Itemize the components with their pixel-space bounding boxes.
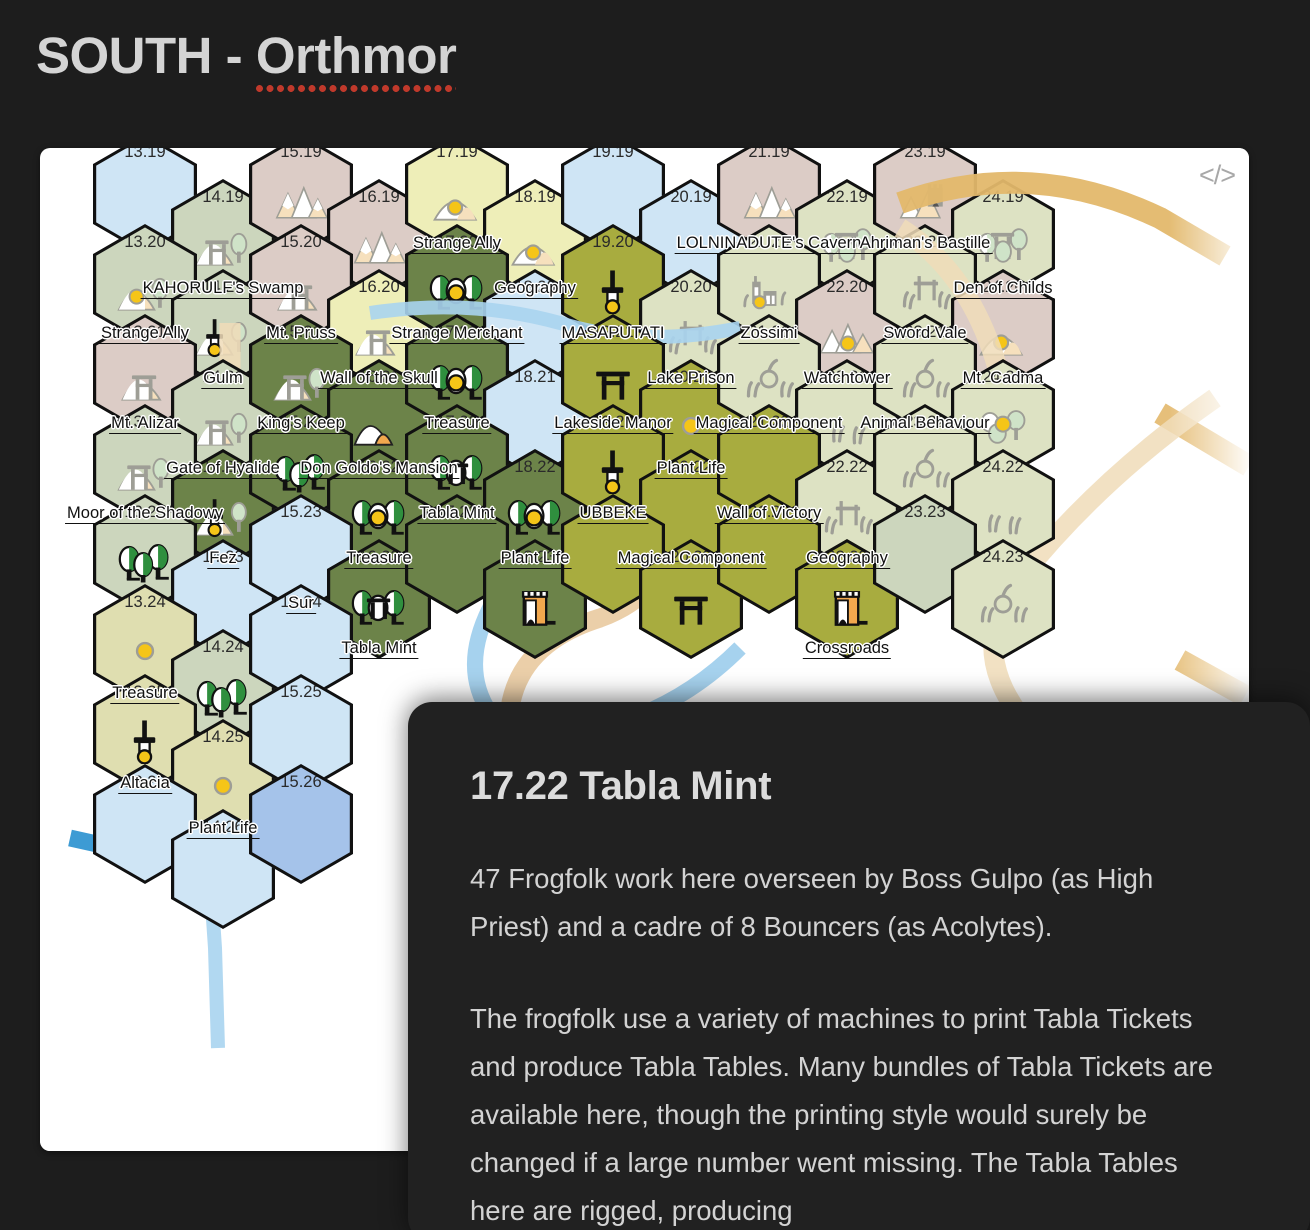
hex-location-name[interactable]: MASAPUTATI [559,324,667,344]
hex-location-name[interactable]: Wall of Victory [714,504,824,524]
hex-location-name[interactable]: Gulm [201,369,245,389]
page-title-name: Orthmor [255,26,457,92]
hex-location-name[interactable]: Magical Component [615,549,767,569]
hex-location-name[interactable]: Mt. Cadma [960,369,1046,389]
hex-location-name[interactable]: King's Keep [255,414,347,434]
hex-location-name[interactable]: Treasure [110,684,180,704]
hex-location-name[interactable]: Fez [207,549,239,569]
hex-location-name[interactable]: Sur [286,594,316,614]
hex-location-name[interactable]: Lakeside Manor [552,414,674,434]
hex-location-name[interactable]: Altacia [118,774,172,794]
hex-location-name[interactable]: Treasure [344,549,414,569]
hex-location-name[interactable]: Animal Behaviour [858,414,992,434]
hex-location-name[interactable]: Mt. Pruss [264,324,338,344]
hex-location-name[interactable]: Zossimi [738,324,800,344]
hex-detail-title: 17.22 Tabla Mint [470,764,772,808]
hex-location-name[interactable]: Strange Merchant [389,324,525,344]
hex-location-name[interactable]: Strange Ally [410,234,504,254]
page-title-region: SOUTH - [36,27,256,84]
hex-location-name[interactable]: Moor of the Shadowy [65,504,225,524]
hex-detail-paragraph-2: The frogfolk use a variety of machines t… [470,1003,1213,1226]
hex-location-name[interactable]: Mt. Alizar [109,414,181,434]
hex-location-name[interactable]: Tabla Mint [339,639,419,659]
hex-location-name[interactable]: Den of Childs [951,279,1055,299]
hex-location-name[interactable]: Plant Life [186,819,260,839]
hex-location-name[interactable]: Watchtower [801,369,893,389]
hex-location-name[interactable]: Sword Vale [881,324,969,344]
hex-location-name[interactable]: Strange Ally [98,324,192,344]
hex-location-name[interactable]: Tabla Mint [417,504,497,524]
hex-location-name[interactable]: Ahriman's Bastille [857,234,993,254]
page-title: SOUTH - Orthmor [36,26,457,92]
hex-location-name[interactable]: Treasure [422,414,492,434]
hex-location-name[interactable]: Crossroads [802,639,892,659]
hex-detail-paragraph-1: 47 Frogfolk work here overseen by Boss G… [470,863,1154,942]
hex-location-name[interactable]: LOLNINADUTE's Cavern [674,234,864,254]
hex-location-name[interactable]: KAHORULF's Swamp [140,279,306,299]
hex-location-name[interactable]: Lake Prison [645,369,737,389]
code-view-icon[interactable]: </> [1199,160,1236,191]
hex-location-name[interactable]: Don Goldo's Mansion [298,459,460,479]
hex-detail-panel: 17.22 Tabla Mint 47 Frogfolk work here o… [408,702,1310,1230]
hex-location-name[interactable]: Geography [492,279,578,299]
hex-location-name[interactable]: UBBEKE [577,504,649,524]
hex-location-name[interactable]: Magical Component [693,414,845,434]
hex-location-name[interactable]: Wall of the Skull [318,369,440,389]
title-underline-dots [255,85,457,92]
hex-location-name[interactable]: Plant Life [498,549,572,569]
hex-location-name[interactable]: Geography [804,549,890,569]
hex-location-name[interactable]: Plant Life [654,459,728,479]
hex-location-name[interactable]: Gate of Hyalide [164,459,282,479]
